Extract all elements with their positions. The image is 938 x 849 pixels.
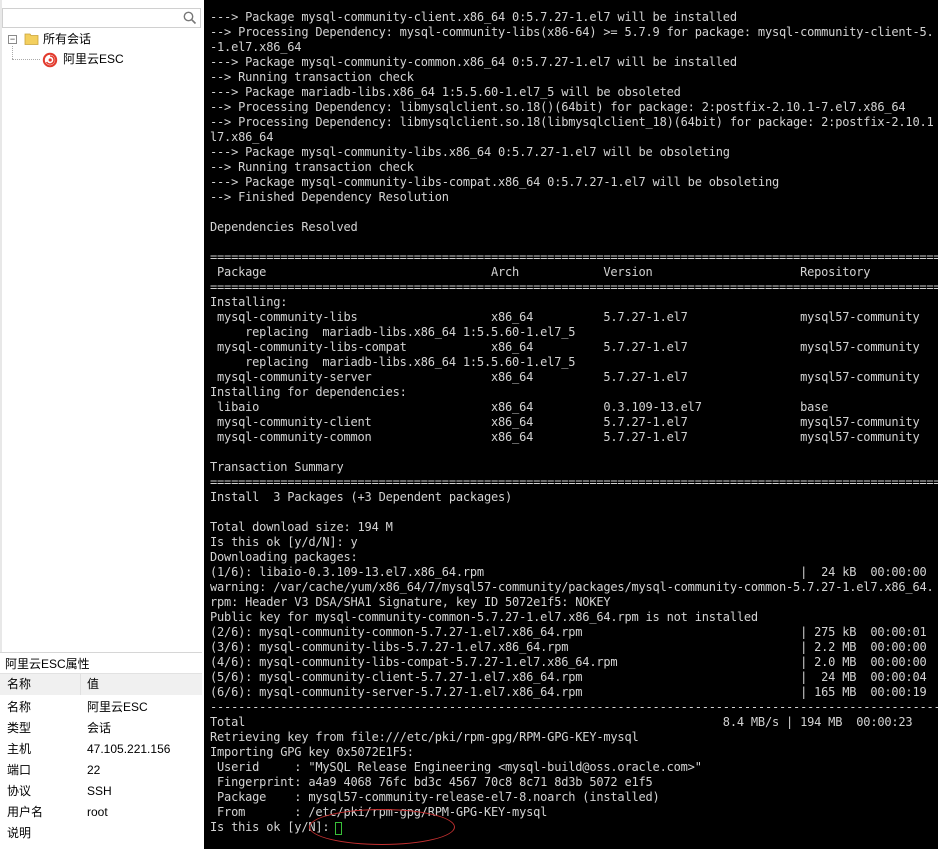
- terminal-line: (3/6): mysql-community-libs-5.7.27-1.el7…: [210, 640, 927, 654]
- terminal-line: replacing mariadb-libs.x86_64 1:5.5.60-1…: [210, 355, 576, 369]
- search-icon[interactable]: [182, 10, 198, 26]
- property-key: 用户名: [7, 805, 44, 819]
- tree-connector: [12, 59, 40, 60]
- terminal-line: ========================================…: [210, 280, 938, 294]
- terminal-pane[interactable]: ---> Package mysql-community-client.x86_…: [204, 0, 938, 849]
- tree-item-all-sessions[interactable]: 所有会话: [43, 30, 91, 48]
- property-value: 会话: [87, 721, 112, 735]
- tree-item-session[interactable]: 阿里云ESC: [63, 50, 124, 68]
- property-key: 名称: [7, 700, 32, 714]
- property-row: 端口 22: [0, 760, 202, 781]
- terminal-line: (4/6): mysql-community-libs-compat-5.7.2…: [210, 655, 927, 669]
- terminal-line: ---> Package mysql-community-libs-compat…: [210, 175, 779, 189]
- terminal-line: warning: /var/cache/yum/x86_64/7/mysql57…: [210, 580, 934, 594]
- terminal-line: ---> Package mysql-community-libs.x86_64…: [210, 145, 730, 159]
- terminal-line: --> Processing Dependency: libmysqlclien…: [210, 115, 934, 129]
- property-row: 用户名 root: [0, 802, 202, 823]
- terminal-line: (1/6): libaio-0.3.109-13.el7.x86_64.rpm …: [210, 565, 927, 579]
- terminal-line: Retrieving key from file:///etc/pki/rpm-…: [210, 730, 639, 744]
- terminal-line: ---> Package mysql-community-client.x86_…: [210, 10, 737, 24]
- property-row: 协议 SSH: [0, 781, 202, 802]
- terminal-line: rpm: Header V3 DSA/SHA1 Signature, key I…: [210, 595, 611, 609]
- terminal-line: replacing mariadb-libs.x86_64 1:5.5.60-1…: [210, 325, 576, 339]
- tree-connector: [12, 46, 13, 59]
- terminal-line: --> Running transaction check: [210, 160, 414, 174]
- property-value: 22: [87, 763, 101, 777]
- property-key: 协议: [7, 784, 32, 798]
- folder-icon: [24, 33, 39, 45]
- terminal-line: Package : mysql57-community-release-el7-…: [210, 790, 660, 804]
- terminal-line: Dependencies Resolved: [210, 220, 358, 234]
- session-sidebar: − 所有会话 阿里云ESC 阿里云ESC属性 名称 值 名称 阿里云ESC 类型…: [0, 0, 202, 849]
- property-key: 端口: [7, 763, 32, 777]
- terminal-line: (5/6): mysql-community-client-5.7.27-1.e…: [210, 670, 927, 684]
- terminal-line: Installing for dependencies:: [210, 385, 407, 399]
- property-key: 主机: [7, 742, 32, 756]
- terminal-output: ---> Package mysql-community-client.x86_…: [210, 10, 938, 835]
- terminal-line: ---> Package mysql-community-common.x86_…: [210, 55, 737, 69]
- terminal-line: Downloading packages:: [210, 550, 358, 564]
- property-row: 类型 会话: [0, 718, 202, 739]
- tree-collapse-toggle[interactable]: −: [8, 35, 17, 44]
- terminal-line: --> Processing Dependency: libmysqlclien…: [210, 100, 906, 114]
- terminal-line: ----------------------------------------…: [210, 700, 938, 714]
- terminal-line: mysql-community-server x86_64 5.7.27-1.e…: [210, 370, 938, 384]
- terminal-line: --> Running transaction check: [210, 70, 414, 84]
- property-key: 类型: [7, 721, 32, 735]
- terminal-line: --> Finished Dependency Resolution: [210, 190, 449, 204]
- search-input[interactable]: [2, 8, 201, 28]
- terminal-line: (6/6): mysql-community-server-5.7.27-1.e…: [210, 685, 927, 699]
- properties-header-value: 值: [87, 677, 100, 691]
- property-row: 说明: [0, 823, 202, 844]
- properties-title: 阿里云ESC属性: [0, 652, 202, 674]
- terminal-line: (2/6): mysql-community-common-5.7.27-1.e…: [210, 625, 927, 639]
- column-separator: [80, 674, 81, 695]
- terminal-line: mysql-community-libs x86_64 5.7.27-1.el7…: [210, 310, 938, 324]
- property-value: root: [87, 805, 108, 819]
- session-icon: [42, 52, 58, 68]
- terminal-line: mysql-community-common x86_64 5.7.27-1.e…: [210, 430, 938, 444]
- terminal-line: Fingerprint: a4a9 4068 76fc bd3c 4567 70…: [210, 775, 653, 789]
- terminal-line: Userid : "MySQL Release Engineering <mys…: [210, 760, 702, 774]
- terminal-line: Package Arch Version Repository S: [210, 265, 938, 279]
- terminal-line: Total 8.4 MB/s | 194 MB 00:00:23: [210, 715, 913, 729]
- terminal-line: Importing GPG key 0x5072E1F5:: [210, 745, 414, 759]
- terminal-line: Public key for mysql-community-common-5.…: [210, 610, 758, 624]
- terminal-line: mysql-community-libs-compat x86_64 5.7.2…: [210, 340, 938, 354]
- highlight-annotation: [309, 809, 455, 845]
- terminal-line: --> Processing Dependency: mysql-communi…: [210, 25, 934, 39]
- property-row: 主机 47.105.221.156: [0, 739, 202, 760]
- properties-header-key: 名称: [7, 677, 32, 691]
- terminal-line: Install 3 Packages (+3 Dependent package…: [210, 490, 513, 504]
- terminal-line: Total download size: 194 M: [210, 520, 393, 534]
- property-value: 阿里云ESC: [87, 700, 148, 714]
- terminal-line: Transaction Summary: [210, 460, 344, 474]
- terminal-line: mysql-community-client x86_64 5.7.27-1.e…: [210, 415, 938, 429]
- properties-header-row: 名称 值: [0, 674, 202, 695]
- terminal-line: l7.x86_64: [210, 130, 274, 144]
- terminal-line: ---> Package mariadb-libs.x86_64 1:5.5.6…: [210, 85, 681, 99]
- terminal-line: -1.el7.x86_64: [210, 40, 302, 54]
- property-row: 名称 阿里云ESC: [0, 697, 202, 718]
- terminal-line: ========================================…: [210, 475, 938, 489]
- property-value: SSH: [87, 784, 112, 798]
- property-key: 说明: [7, 826, 32, 840]
- terminal-line: ========================================…: [210, 250, 938, 264]
- terminal-line: Installing:: [210, 295, 288, 309]
- properties-panel: 阿里云ESC属性 名称 值 名称 阿里云ESC 类型 会话 主机 47.105.…: [0, 652, 202, 849]
- terminal-line: Is this ok [y/d/N]: y: [210, 535, 358, 549]
- terminal-line: libaio x86_64 0.3.109-13.el7 base 2: [210, 400, 938, 414]
- property-value: 47.105.221.156: [87, 742, 171, 756]
